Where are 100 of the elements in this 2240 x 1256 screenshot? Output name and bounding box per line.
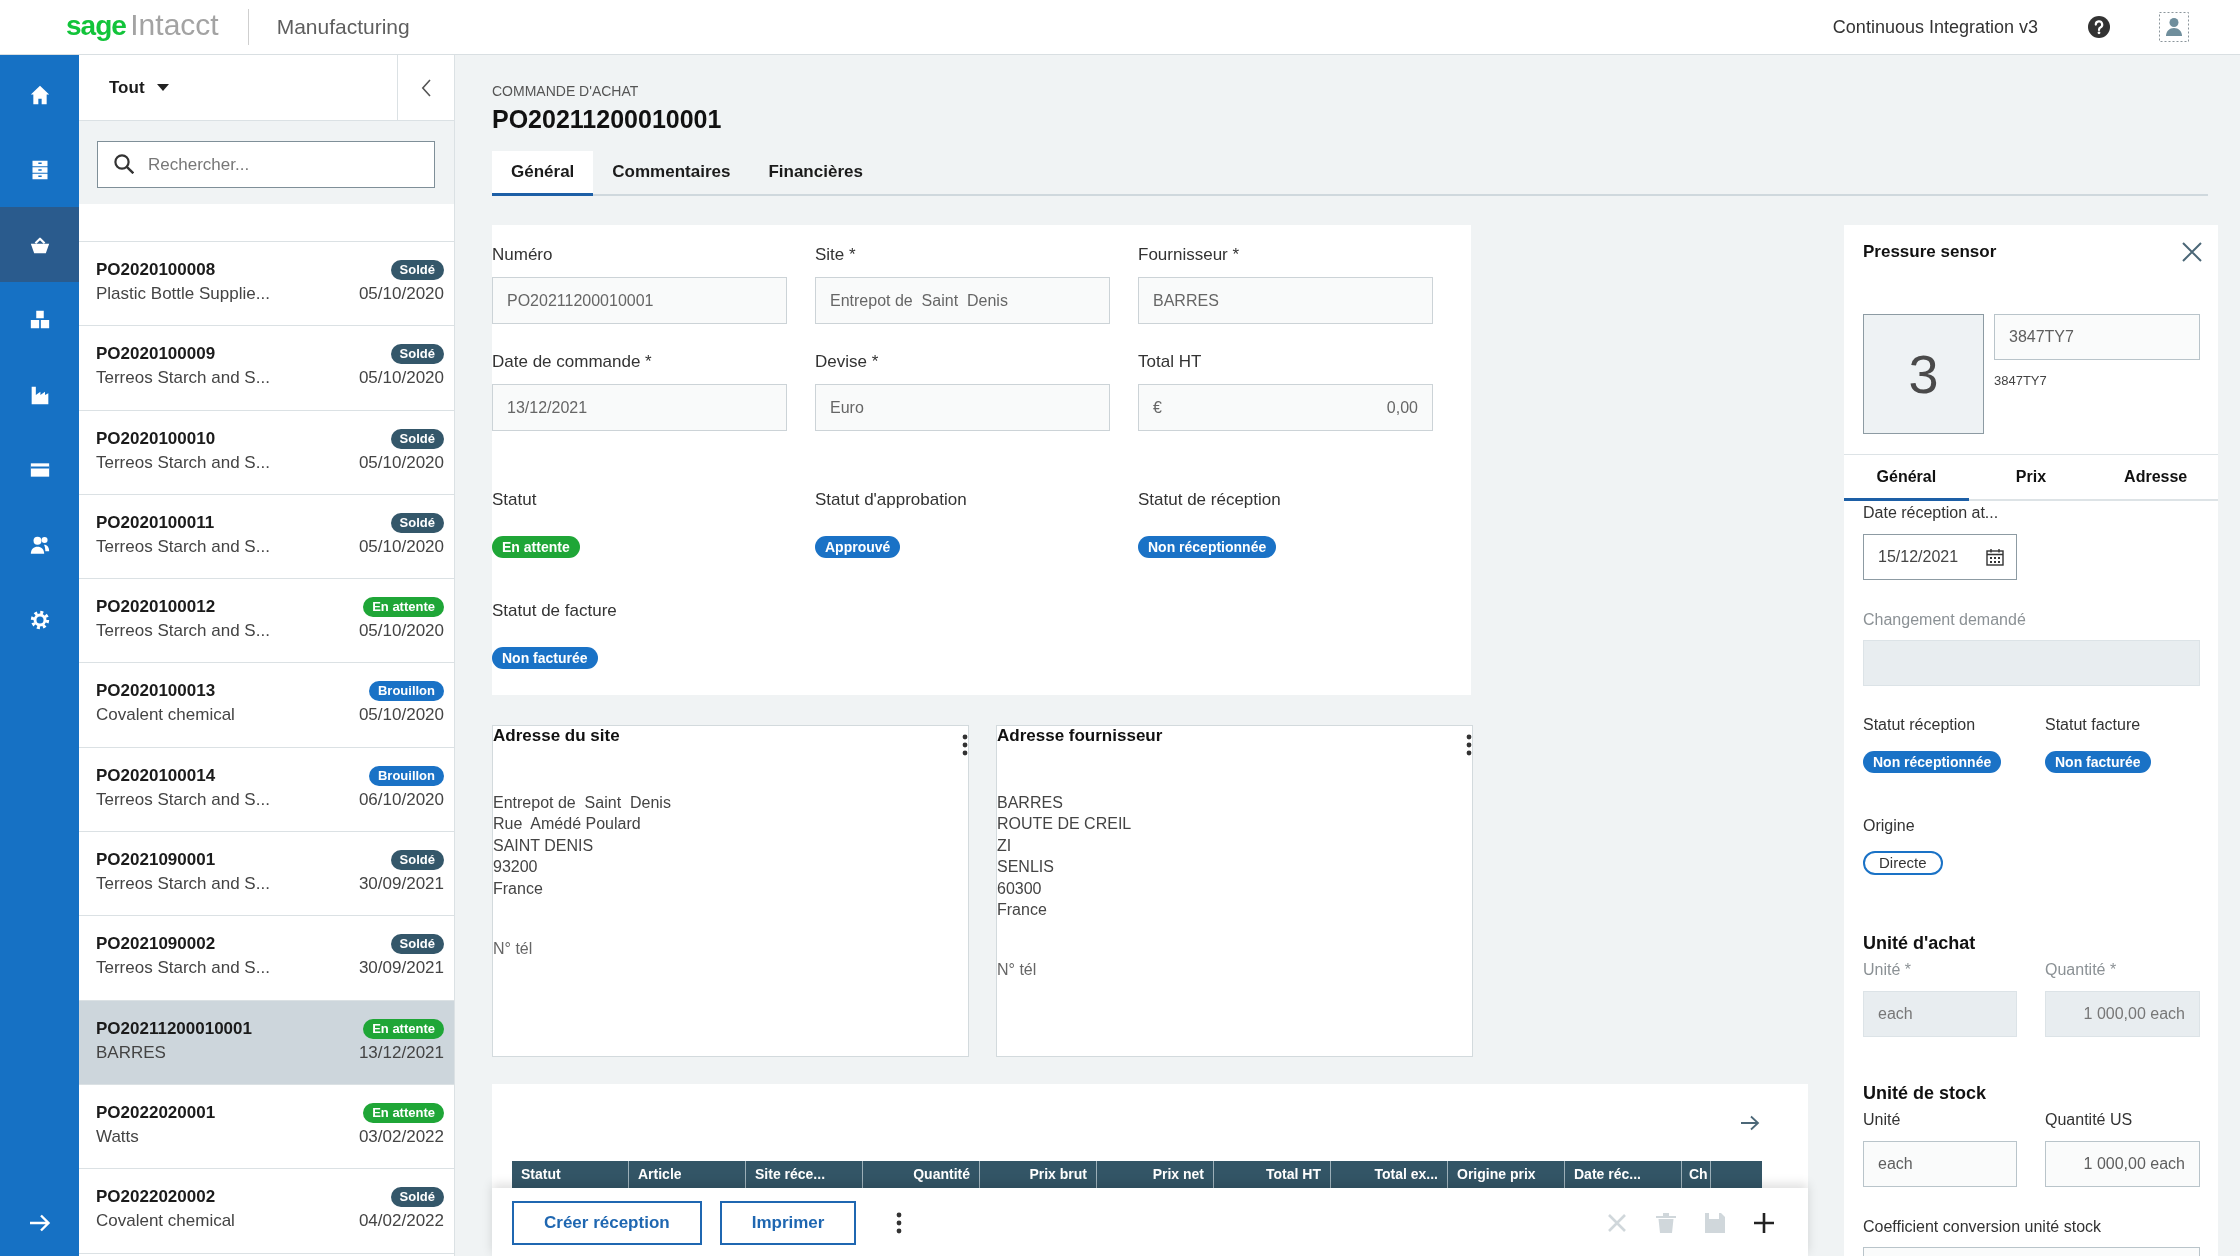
order-number: PO2020100014 [96, 765, 217, 786]
factory-icon [29, 384, 50, 405]
field-label: Coefficient conversion unité stock [1863, 1217, 2102, 1237]
list-item[interactable]: PO2020100011 Soldé Terreos Starch and S... 05/10/2020 [79, 494, 454, 580]
list-item[interactable]: PO2020100010 Soldé Terreos Starch and S... 05/10/2020 [79, 410, 454, 495]
address-line: SENLIS [997, 857, 1054, 878]
help-icon[interactable] [2088, 16, 2110, 38]
input-field[interactable]: BARRES [1138, 277, 1433, 324]
field-label: Statut facture [2045, 715, 2141, 735]
status-badge: Non facturée [2045, 751, 2151, 773]
input-field[interactable]: 3847TY7 [1994, 314, 2200, 360]
status-badge: Brouillon [368, 681, 444, 702]
order-date: 13/12/2021 [358, 1042, 444, 1063]
address-line: ROUTE DE CREIL [997, 814, 1132, 835]
order-date: 05/10/2020 [358, 705, 444, 726]
input-field[interactable]: each [1863, 1141, 2017, 1187]
tab[interactable]: Général [1844, 455, 1969, 501]
status-badge: Soldé [390, 512, 444, 533]
address-line: SAINT DENIS [493, 835, 594, 856]
nav-item[interactable] [0, 207, 79, 282]
field-label: Unité [1863, 1110, 1901, 1130]
order-number: PO2020100013 [96, 681, 217, 702]
order-date: 03/02/2022 [358, 1126, 444, 1147]
supplier-name: Terreos Starch and S... [96, 874, 271, 895]
list-item[interactable]: PO2021090002 Soldé Terreos Starch and S... 30/09/2021 [79, 916, 454, 1001]
tab[interactable]: Financières [749, 151, 882, 196]
status-badge: Non réceptionnée [1863, 751, 2002, 773]
order-number: PO2022020001 [96, 1102, 217, 1123]
tab[interactable]: Commentaires [593, 151, 750, 196]
list-item[interactable]: PO2020100008 Soldé Plastic Bottle Supplie... 05/10/2020 [79, 242, 454, 327]
module-name: Manufacturing [276, 15, 410, 39]
search-icon [114, 154, 134, 174]
tab[interactable]: Prix [1968, 455, 2094, 501]
status-badge: En attente [363, 1102, 444, 1123]
list-item[interactable]: PO2022020002 Soldé Covalent chemical 04/02/2022 [79, 1169, 454, 1254]
supplier-name: Covalent chemical [96, 1211, 236, 1232]
action-button[interactable]: Créer réception [512, 1200, 702, 1245]
people-icon [29, 534, 50, 555]
field-label: Fournisseur * [1138, 245, 1241, 265]
status-badge: Non facturée [492, 647, 598, 669]
field-label: Statut de réception [1138, 490, 1281, 510]
card-title: Adresse fournisseur [997, 726, 1163, 746]
list-item[interactable]: PO2020100013 Brouillon Covalent chemical 05/10/2020 [79, 663, 454, 748]
action-button[interactable]: Imprimer [719, 1200, 857, 1245]
card-title: Adresse du site [493, 726, 620, 746]
currency-symbol: € [1153, 398, 1162, 417]
field-label: Site * [815, 245, 857, 265]
section-heading: Unité de stock [1863, 1082, 1987, 1104]
status-badge: En attente [363, 1018, 444, 1039]
chevron-left-icon[interactable] [421, 78, 431, 97]
settings-icon [29, 609, 50, 630]
order-date: 05/10/2020 [358, 452, 444, 473]
item-code: 3847TY7 [1994, 373, 2047, 389]
list-item[interactable]: PO2021090001 Soldé Terreos Starch and S... 30/09/2021 [79, 832, 454, 917]
field-label: Origine [1863, 816, 1915, 836]
field-label: Statut de facture [492, 601, 617, 621]
caret-down-icon [156, 84, 169, 91]
list-item[interactable]: PO2020100014 Brouillon Terreos Starch and S... 06/10/2020 [79, 747, 454, 833]
search-field[interactable]: Rechercher... [97, 141, 435, 188]
calendar-icon[interactable] [1986, 548, 2004, 566]
date-field[interactable]: 15/12/2021 [1863, 534, 2017, 580]
status-badge: Non réceptionnée [1138, 536, 1277, 558]
arrow-right-icon[interactable] [1740, 1114, 1760, 1131]
status-badge: Soldé [390, 1187, 444, 1208]
supplier-name: Terreos Starch and S... [96, 368, 271, 389]
plus-icon[interactable] [1753, 1211, 1775, 1234]
logo: sage Intacct [66, 7, 219, 43]
order-date: 06/10/2020 [358, 789, 444, 810]
order-date: 05/10/2020 [358, 368, 444, 389]
close-icon[interactable] [2182, 242, 2202, 262]
list-item[interactable]: PO20211200010001 En attente BARRES 13/12/2021 [79, 1000, 454, 1085]
order-number: PO2020100008 [96, 260, 217, 280]
address-line: France [997, 900, 1047, 921]
input-field[interactable]: Euro [815, 384, 1110, 431]
list-item[interactable]: PO2020100012 En attente Terreos Starch and S... 05/10/2020 [79, 579, 454, 664]
list-item[interactable]: PO2020100009 Soldé Terreos Starch and S... 05/10/2020 [79, 326, 454, 411]
status-badge: En attente [363, 597, 444, 618]
supplier-name: Watts [96, 1126, 140, 1147]
list-item[interactable]: PO2022020001 En attente Watts 03/02/2022 [79, 1084, 454, 1170]
item-thumbnail: 3 [1863, 314, 1984, 434]
supplier-name: Terreos Starch and S... [96, 621, 271, 642]
home-icon [29, 84, 50, 105]
filter-dropdown[interactable]: Tout [109, 72, 169, 103]
input-field[interactable]: Entrepot de Saint Denis [815, 277, 1110, 324]
kebab-menu-icon[interactable] [896, 1211, 903, 1234]
order-number: PO2020100012 [96, 597, 217, 618]
input-field[interactable]: 13/12/2021 [492, 384, 787, 431]
kebab-menu-icon[interactable] [962, 734, 968, 756]
tab[interactable]: Général [492, 151, 594, 196]
user-avatar-icon[interactable] [2159, 12, 2189, 42]
order-number: PO2022020002 [96, 1187, 217, 1208]
status-badge: En attente [492, 536, 580, 558]
phone-label: N° tél [493, 939, 533, 960]
address-line: Rue Amédé Poulard [493, 814, 641, 835]
tab[interactable]: Adresse [2093, 455, 2218, 501]
input-field[interactable]: PO20211200010001 [492, 277, 787, 324]
kebab-menu-icon[interactable] [1466, 734, 1472, 756]
field-label: Statut [492, 490, 537, 510]
boxes-icon [29, 309, 50, 330]
input-field[interactable]: 1 000,00 each [2045, 1141, 2200, 1187]
